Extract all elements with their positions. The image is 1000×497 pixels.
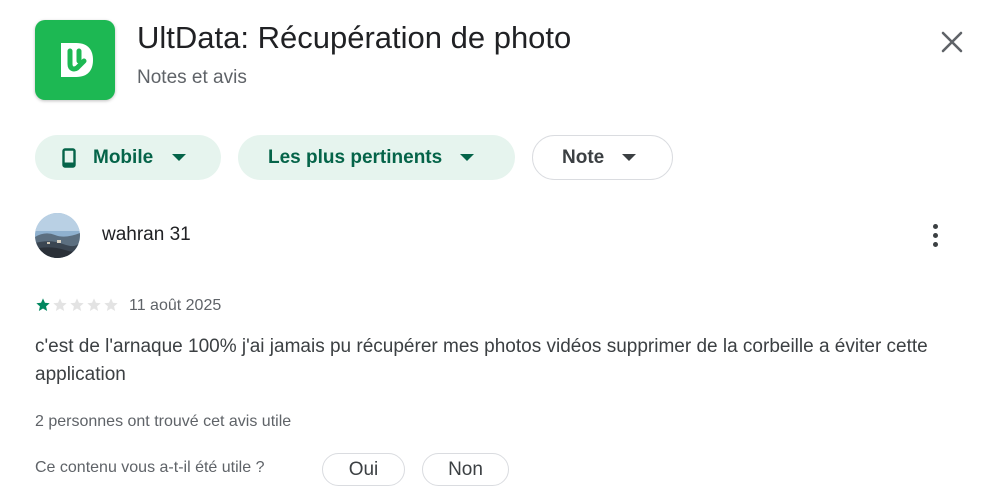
caret-down-icon [172, 154, 187, 161]
more-options-button[interactable] [916, 215, 954, 255]
sort-filter-chip[interactable]: Les plus pertinents [238, 135, 515, 180]
caret-down-icon [460, 154, 475, 161]
helpful-no-button[interactable]: Non [422, 453, 509, 486]
app-icon [35, 20, 115, 100]
star-filled-icon [36, 298, 50, 311]
star-empty-icon [70, 298, 84, 311]
star-empty-icon [104, 298, 118, 311]
review-author: wahran 31 [102, 224, 191, 245]
close-button[interactable] [932, 22, 972, 62]
helpful-yes-button[interactable]: Oui [322, 453, 405, 486]
phone-icon [62, 147, 76, 168]
page-subtitle: Notes et avis [137, 67, 247, 88]
feedback-question: Ce contenu vous a-t-il été utile ? [35, 459, 265, 476]
review-text: c'est de l'arnaque 100% j'ai jamais pu r… [35, 336, 928, 385]
more-vert-icon [932, 223, 938, 229]
helpful-count: 2 personnes ont trouvé cet avis utile [35, 413, 292, 430]
device-filter-chip[interactable]: Mobile [35, 135, 221, 180]
ultdata-logo-icon [61, 43, 93, 77]
star-rating [35, 297, 119, 313]
rating-filter-label: Note [562, 146, 605, 168]
close-icon [941, 31, 963, 53]
device-filter-label: Mobile [93, 146, 154, 168]
avatar [35, 213, 80, 258]
sort-filter-label: Les plus pertinents [268, 146, 443, 168]
star-empty-icon [87, 298, 101, 311]
caret-down-icon [622, 154, 637, 161]
star-empty-icon [53, 298, 67, 311]
rating-filter-chip[interactable]: Note [532, 135, 673, 180]
review-date: 11 août 2025 [129, 297, 222, 314]
app-title: UltData: Récupération de photo [137, 20, 572, 55]
